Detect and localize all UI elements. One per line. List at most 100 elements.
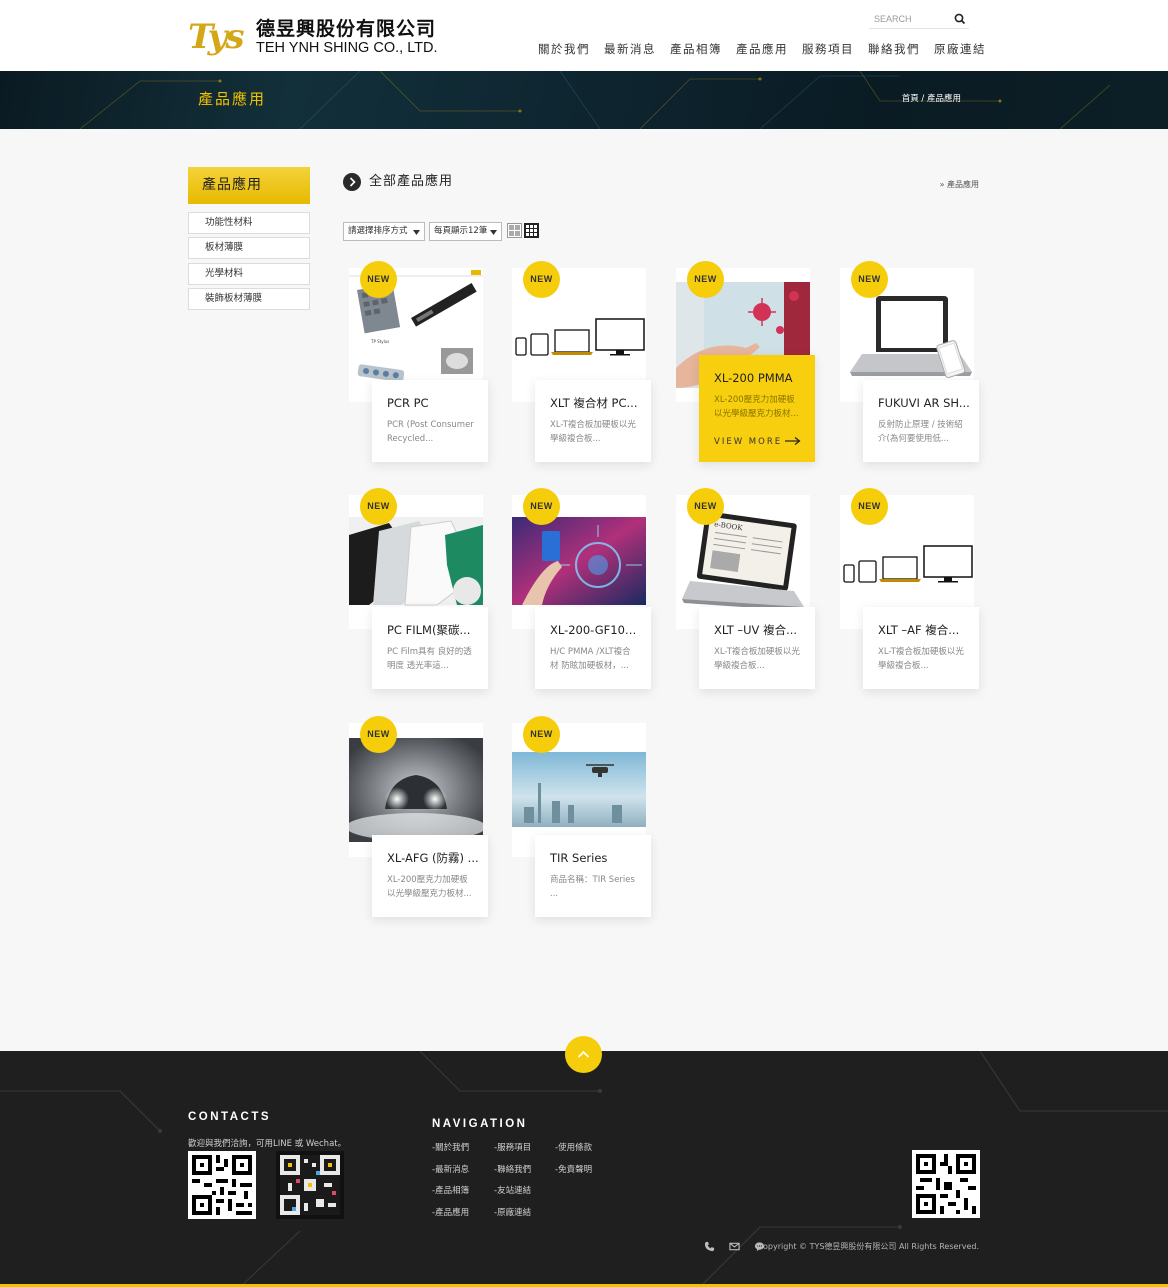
product-card[interactable]: NEW XLT –AF 複合... XL-T複合板加硬板以光學級複合板...	[840, 488, 979, 691]
new-badge: NEW	[687, 261, 724, 298]
arrow-right-icon	[785, 437, 801, 445]
new-badge-label: NEW	[858, 501, 881, 511]
product-card[interactable]: NEW XL-AFG (防霧) ... XL-200壓克力加硬板以光學級壓克力板…	[349, 716, 488, 919]
sidebar-item-optical-materials[interactable]: 光學材料	[188, 263, 310, 285]
footer-link-oem[interactable]: -原廠連結	[494, 1208, 531, 1218]
product-description: PCR (Post Consumer Recycled...	[387, 420, 474, 444]
new-badge-label: NEW	[367, 274, 390, 284]
chevron-right-icon	[343, 173, 361, 191]
new-badge-label: NEW	[694, 501, 717, 511]
sidebar-item-decorative-film[interactable]: 裝飾板材薄膜	[188, 288, 310, 310]
product-card[interactable]: NEW XL-200-GF10X... H/C PMMA /XLT複合材 防眩加…	[512, 488, 651, 691]
new-badge: NEW	[523, 716, 560, 753]
nav-item-about[interactable]: 關於我們	[538, 41, 590, 57]
product-card[interactable]: e-BOOK NEW XLT –UV 複合... XL-T複合板加硬板以光學級複…	[676, 488, 815, 691]
product-title[interactable]: XL-200-GF10X...	[550, 623, 642, 637]
sidebar-item-functional-materials[interactable]: 功能性材料	[188, 212, 310, 234]
svg-text:TP Stylus: TP Stylus	[370, 339, 389, 344]
grid-view-large-icon[interactable]	[507, 223, 522, 238]
product-title[interactable]: XLT 複合材 PC...	[550, 396, 642, 410]
product-title[interactable]: XL-200 PMMA	[714, 371, 806, 385]
product-info[interactable]: TIR Series 商品名稱：TIR Series ...	[535, 835, 651, 917]
site-header: Tys 德昱興股份有限公司 TEH YNH SHING CO., LTD. 關於…	[0, 0, 1168, 71]
product-title[interactable]: PCR PC	[387, 396, 479, 410]
footer-link-disclaimer[interactable]: -免責聲明	[555, 1165, 592, 1175]
nav-item-contact[interactable]: 聯絡我們	[868, 41, 920, 57]
mail-icon[interactable]	[729, 1241, 740, 1252]
product-info[interactable]: XLT –AF 複合... XL-T複合板加硬板以光學級複合板...	[863, 607, 979, 689]
product-info[interactable]: XL-AFG (防霧) ... XL-200壓克力加硬板以光學級壓克力板材...	[372, 835, 488, 917]
product-title[interactable]: PC FILM(聚碳...	[387, 623, 479, 637]
product-description: XL-T複合板加硬板以光學級複合板...	[550, 420, 636, 444]
search-input[interactable]	[874, 11, 952, 27]
footer-link-contact[interactable]: -聯絡我們	[494, 1165, 531, 1175]
new-badge: NEW	[523, 261, 560, 298]
phone-icon[interactable]	[704, 1241, 715, 1252]
product-description: XL-T複合板加硬板以光學級複合板...	[878, 647, 964, 671]
section-title: 全部產品應用	[369, 174, 454, 189]
footer-link-about[interactable]: -關於我們	[432, 1143, 469, 1153]
product-info[interactable]: XL-200 PMMA XL-200壓克力加硬板以光學級壓克力板材... VIE…	[699, 355, 815, 462]
product-info[interactable]: XL-200-GF10X... H/C PMMA /XLT複合材 防眩加硬板材，…	[535, 607, 651, 689]
product-card[interactable]: NEW PC FILM(聚碳... PC Film具有 良好的透明度 透光率這.…	[349, 488, 488, 691]
copyright-text: Copyright © TYS德昱興股份有限公司 All Rights Rese…	[757, 1242, 979, 1251]
view-more-link[interactable]: VIEW MORE	[714, 437, 782, 447]
banner-title: 產品應用	[198, 90, 267, 108]
page-banner: 產品應用 首頁 / 產品應用	[0, 71, 1168, 129]
sidebar-item-sheet-film[interactable]: 板材薄膜	[188, 237, 310, 259]
product-title[interactable]: XL-AFG (防霧) ...	[387, 851, 479, 865]
nav-item-news[interactable]: 最新消息	[604, 41, 656, 57]
product-info[interactable]: PCR PC PCR (Post Consumer Recycled...	[372, 380, 488, 462]
new-badge: NEW	[360, 261, 397, 298]
product-title[interactable]: TIR Series	[550, 851, 642, 865]
search-box	[869, 9, 969, 29]
new-badge: NEW	[360, 716, 397, 753]
grid-view-small-icon[interactable]	[524, 223, 539, 238]
product-card[interactable]: NEW XLT 複合材 PC... XL-T複合板加硬板以光學級複合板...	[512, 261, 651, 464]
breadcrumb[interactable]: 首頁 / 產品應用	[902, 94, 961, 104]
product-info[interactable]: XLT –UV 複合... XL-T複合板加硬板以光學級複合板...	[699, 607, 815, 689]
new-badge: NEW	[360, 488, 397, 525]
chevron-down-icon	[413, 230, 420, 235]
search-icon[interactable]	[953, 12, 967, 26]
chevron-up-icon	[577, 1050, 590, 1058]
product-info[interactable]: PC FILM(聚碳... PC Film具有 良好的透明度 透光率這...	[372, 607, 488, 689]
footer-link-applications[interactable]: -產品應用	[432, 1208, 469, 1218]
line-qr-code-image	[276, 1151, 344, 1219]
product-card-active[interactable]: NEW XL-200 PMMA XL-200壓克力加硬板以光學級壓克力板材...…	[676, 261, 815, 464]
sort-select[interactable]: 請選擇排序方式	[343, 222, 425, 241]
product-description: 商品名稱：TIR Series ...	[550, 875, 635, 899]
site-logo[interactable]: Tys 德昱興股份有限公司 TEH YNH SHING CO., LTD.	[188, 18, 438, 58]
product-description: H/C PMMA /XLT複合材 防眩加硬板材，...	[550, 647, 631, 671]
scroll-to-top-button[interactable]	[565, 1036, 602, 1073]
nav-item-album[interactable]: 產品相簿	[670, 41, 722, 57]
product-description: PC Film具有 良好的透明度 透光率這...	[387, 647, 472, 671]
product-title[interactable]: XLT –UV 複合...	[714, 623, 806, 637]
section-breadcrumb[interactable]: » 產品應用	[940, 180, 979, 190]
product-title[interactable]: FUKUVI AR SH...	[878, 396, 970, 410]
new-badge: NEW	[687, 488, 724, 525]
banner-circuit-decoration	[79, 71, 1111, 129]
contacts-title: CONTACTS	[188, 1111, 272, 1123]
nav-item-applications[interactable]: 產品應用	[736, 41, 788, 57]
footer-link-terms[interactable]: -使用條款	[555, 1143, 592, 1153]
new-badge-label: NEW	[694, 274, 717, 284]
nav-item-oem-links[interactable]: 原廠連結	[934, 41, 986, 57]
product-info[interactable]: FUKUVI AR SH... 反射防止原理 / 技術紹介(為何要使用低...	[863, 380, 979, 462]
product-card[interactable]: TP Stylus NEW PCR PC PCR (Post Consumer …	[349, 261, 488, 464]
new-badge-label: NEW	[530, 274, 553, 284]
nav-item-services[interactable]: 服務項目	[802, 41, 854, 57]
product-card[interactable]: NEW TIR Series 商品名稱：TIR Series ...	[512, 716, 651, 919]
per-page-select[interactable]: 每頁顯示12筆	[429, 222, 502, 241]
product-card[interactable]: NEW FUKUVI AR SH... 反射防止原理 / 技術紹介(為何要使用低…	[840, 261, 979, 464]
product-description: 反射防止原理 / 技術紹介(為何要使用低...	[878, 420, 963, 444]
footer-link-album[interactable]: -產品相簿	[432, 1186, 469, 1196]
footer-link-partner-sites[interactable]: -友站連結	[494, 1186, 531, 1196]
footer-link-services[interactable]: -服務項目	[494, 1143, 531, 1153]
footer-link-news[interactable]: -最新消息	[432, 1165, 469, 1175]
new-badge-label: NEW	[858, 274, 881, 284]
new-badge: NEW	[851, 488, 888, 525]
product-title[interactable]: XLT –AF 複合...	[878, 623, 970, 637]
product-info[interactable]: XLT 複合材 PC... XL-T複合板加硬板以光學級複合板...	[535, 380, 651, 462]
qr-code-image	[188, 1151, 256, 1219]
